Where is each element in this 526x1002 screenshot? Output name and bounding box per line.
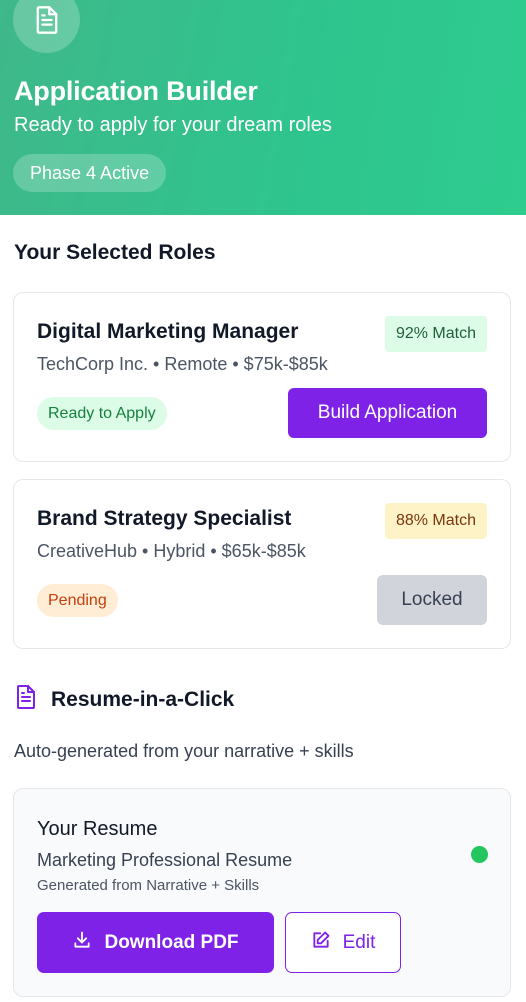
build-application-button[interactable]: Build Application [288, 388, 487, 438]
role-card: Brand Strategy Specialist 88% Match Crea… [13, 479, 511, 649]
role-meta: CreativeHub • Hybrid • $65k-$85k [37, 541, 306, 561]
download-pdf-button[interactable]: Download PDF [37, 912, 274, 973]
locked-button[interactable]: Locked [377, 575, 487, 625]
page-subtitle: Ready to apply for your dream roles [14, 114, 332, 136]
resume-title: Your Resume [37, 818, 158, 840]
resume-description: Auto-generated from your narrative + ski… [14, 741, 354, 761]
download-icon [72, 930, 92, 956]
edit-label: Edit [342, 931, 376, 953]
role-meta: TechCorp Inc. • Remote • $75k-$85k [37, 354, 328, 374]
resume-name: Marketing Professional Resume [37, 850, 293, 870]
page-title: Application Builder [14, 76, 258, 106]
role-card: Digital Marketing Manager 92% Match Tech… [13, 292, 511, 462]
document-icon [13, 0, 80, 53]
selected-roles-heading: Your Selected Roles [14, 241, 216, 264]
edit-button[interactable]: Edit [285, 912, 401, 973]
phase-badge: Phase 4 Active [13, 154, 167, 192]
match-badge: 88% Match [384, 503, 487, 539]
header-banner: Application Builder Ready to apply for y… [0, 0, 526, 215]
download-pdf-label: Download PDF [104, 931, 239, 953]
role-title: Digital Marketing Manager [37, 320, 299, 343]
document-icon [14, 683, 38, 716]
edit-icon [311, 930, 331, 956]
role-title: Brand Strategy Specialist [37, 507, 292, 530]
status-dot [471, 846, 488, 863]
status-badge: Ready to Apply [37, 397, 167, 430]
resume-heading: Resume-in-a-Click [14, 683, 234, 716]
resume-source: Generated from Narrative + Skills [37, 877, 260, 894]
status-badge: Pending [37, 584, 118, 617]
resume-section-title: Resume-in-a-Click [51, 687, 235, 711]
resume-card: Your Resume Marketing Professional Resum… [13, 788, 511, 997]
match-badge: 92% Match [384, 316, 487, 352]
